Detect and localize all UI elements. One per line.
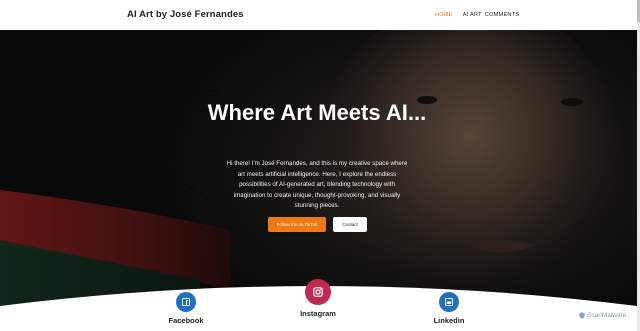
social-linkedin[interactable]: Linkedin <box>428 292 470 325</box>
social-facebook[interactable]: Facebook <box>166 292 206 325</box>
nav-group: AI ART COMMENTS <box>463 12 520 18</box>
instagram-icon-circle[interactable] <box>305 279 331 305</box>
hero-title: Where Art Meets AI... <box>207 100 427 125</box>
instagram-icon <box>313 287 323 297</box>
site-title[interactable]: AI Art by José Fernandes <box>127 9 244 20</box>
site-header: AI Art by José Fernandes HOME AI ART COM… <box>0 0 640 30</box>
linkedin-icon <box>445 298 453 306</box>
page: AI Art by José Fernandes HOME AI ART COM… <box>0 0 640 331</box>
nav-comments[interactable]: COMMENTS <box>485 12 519 18</box>
facebook-icon <box>182 298 190 306</box>
facebook-icon-circle[interactable] <box>176 292 196 312</box>
watermark: ScanMalware <box>579 312 626 319</box>
hero-description: Hi there! I'm José Fernandes, and this i… <box>226 160 408 210</box>
main-nav: HOME AI ART COMMENTS <box>435 12 519 18</box>
contact-button[interactable]: Contact <box>333 217 367 232</box>
watermark-text: ScanMalware <box>587 312 627 319</box>
social-instagram[interactable]: Instagram <box>297 279 339 318</box>
social-label-instagram: Instagram <box>300 309 336 318</box>
nav-home[interactable]: HOME <box>435 12 453 18</box>
nav-ai-art[interactable]: AI ART <box>463 12 482 18</box>
social-label-facebook: Facebook <box>168 316 204 325</box>
follow-tiktok-button[interactable]: Follow me on TikTok <box>268 217 326 232</box>
linkedin-icon-circle[interactable] <box>439 292 459 312</box>
shield-icon <box>579 312 585 319</box>
social-label-linkedin: Linkedin <box>433 316 465 325</box>
